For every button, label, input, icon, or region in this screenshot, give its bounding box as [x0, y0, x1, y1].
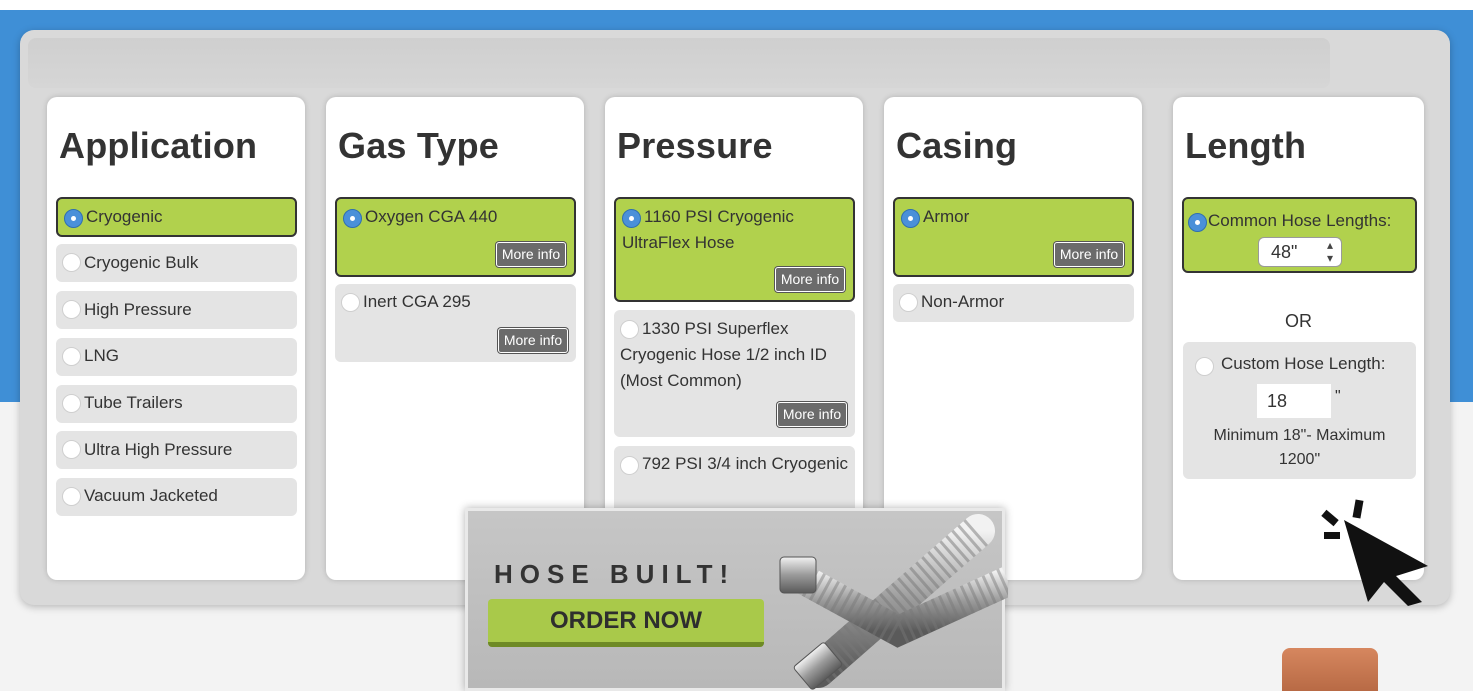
option-label: Oxygen CGA 440 — [365, 207, 498, 226]
option-custom-hose-length[interactable]: Custom Hose Length: 18 " Minimum 18"- Ma… — [1183, 342, 1416, 479]
hose-length-value: 48" — [1271, 242, 1298, 262]
radio-icon[interactable] — [343, 209, 362, 228]
custom-length-input[interactable]: 18 — [1257, 384, 1331, 418]
hose-length-select[interactable]: 48" ▴ ▾ — [1258, 237, 1342, 267]
option-cryogenic[interactable]: Cryogenic — [56, 197, 297, 237]
length-limits-note: Minimum 18"- Maximum 1200" — [1213, 427, 1386, 468]
or-divider: OR — [1285, 311, 1312, 331]
option-label: 792 PSI 3/4 inch Cryogenic — [642, 454, 849, 473]
option-1160-psi[interactable]: 1160 PSI Cryogenic UltraFlex Hose More i… — [614, 197, 855, 302]
radio-icon[interactable] — [64, 209, 83, 228]
radio-icon[interactable] — [62, 253, 81, 272]
avatar — [1282, 648, 1378, 691]
radio-icon[interactable] — [62, 394, 81, 413]
option-label: Armor — [923, 207, 970, 226]
option-1330-psi[interactable]: 1330 PSI Superflex Cryogenic Hose 1/2 in… — [614, 310, 855, 437]
panel-title: Pressure — [617, 125, 773, 166]
more-info-button[interactable]: More info — [498, 328, 568, 353]
radio-icon[interactable] — [62, 440, 81, 459]
panel-title: Casing — [896, 125, 1018, 166]
option-inert-cga-295[interactable]: Inert CGA 295 More info — [335, 284, 576, 362]
option-label: Inert CGA 295 — [363, 292, 471, 311]
option-label: High Pressure — [84, 300, 192, 319]
radio-icon[interactable] — [1195, 357, 1214, 376]
panel-title: Gas Type — [338, 125, 499, 166]
option-lng[interactable]: LNG — [56, 338, 297, 376]
option-label: Ultra High Pressure — [84, 440, 233, 459]
option-label: 1330 PSI Superflex Cryogenic Hose 1/2 in… — [620, 319, 827, 390]
option-label: Non-Armor — [921, 292, 1005, 311]
option-non-armor[interactable]: Non-Armor — [893, 284, 1134, 322]
option-oxygen-cga-440[interactable]: Oxygen CGA 440 More info — [335, 197, 576, 277]
option-vacuum-jacketed[interactable]: Vacuum Jacketed — [56, 478, 297, 516]
option-label: Cryogenic — [86, 207, 163, 226]
more-info-button[interactable]: More info — [777, 402, 847, 427]
order-now-button[interactable]: ORDER NOW — [488, 599, 764, 647]
option-label: Cryogenic Bulk — [84, 253, 199, 272]
option-cryogenic-bulk[interactable]: Cryogenic Bulk — [56, 244, 297, 282]
panel-title: Length — [1185, 125, 1307, 166]
more-info-button[interactable]: More info — [1054, 242, 1124, 267]
top-strip — [0, 0, 1473, 10]
option-label: Tube Trailers — [84, 393, 183, 412]
inch-unit: " — [1335, 388, 1341, 405]
radio-icon[interactable] — [62, 487, 81, 506]
spinner-arrows-icon[interactable]: ▴ ▾ — [1327, 239, 1333, 265]
option-label: LNG — [84, 346, 119, 365]
option-label: Vacuum Jacketed — [84, 486, 218, 505]
promo-title: HOSE BUILT! — [494, 559, 736, 589]
radio-icon[interactable] — [901, 209, 920, 228]
option-label: 1160 PSI Cryogenic UltraFlex Hose — [622, 207, 794, 252]
radio-icon[interactable] — [62, 300, 81, 319]
option-high-pressure[interactable]: High Pressure — [56, 291, 297, 329]
more-info-button[interactable]: More info — [496, 242, 566, 267]
option-ultra-high-pressure[interactable]: Ultra High Pressure — [56, 431, 297, 469]
click-cursor-icon — [1321, 499, 1428, 606]
panel-title: Application — [59, 125, 258, 166]
option-armor[interactable]: Armor More info — [893, 197, 1134, 277]
option-label: Common Hose Lengths: — [1208, 211, 1392, 230]
radio-icon[interactable] — [341, 293, 360, 312]
option-label: Custom Hose Length: — [1221, 354, 1386, 373]
hose-built-banner[interactable]: HOSE BUILT! ORDER NOW — [465, 508, 1008, 691]
option-tube-trailers[interactable]: Tube Trailers — [56, 385, 297, 423]
application-panel: Application Cryogenic Cryogenic Bulk Hig… — [47, 97, 305, 580]
configurator-header-bar — [28, 38, 1330, 88]
option-common-hose-lengths[interactable]: Common Hose Lengths: 48" ▴ ▾ — [1182, 197, 1417, 273]
radio-icon[interactable] — [62, 347, 81, 366]
more-info-button[interactable]: More info — [775, 267, 845, 292]
radio-icon[interactable] — [899, 293, 918, 312]
hose-image — [779, 514, 1008, 690]
radio-icon[interactable] — [1188, 213, 1207, 232]
